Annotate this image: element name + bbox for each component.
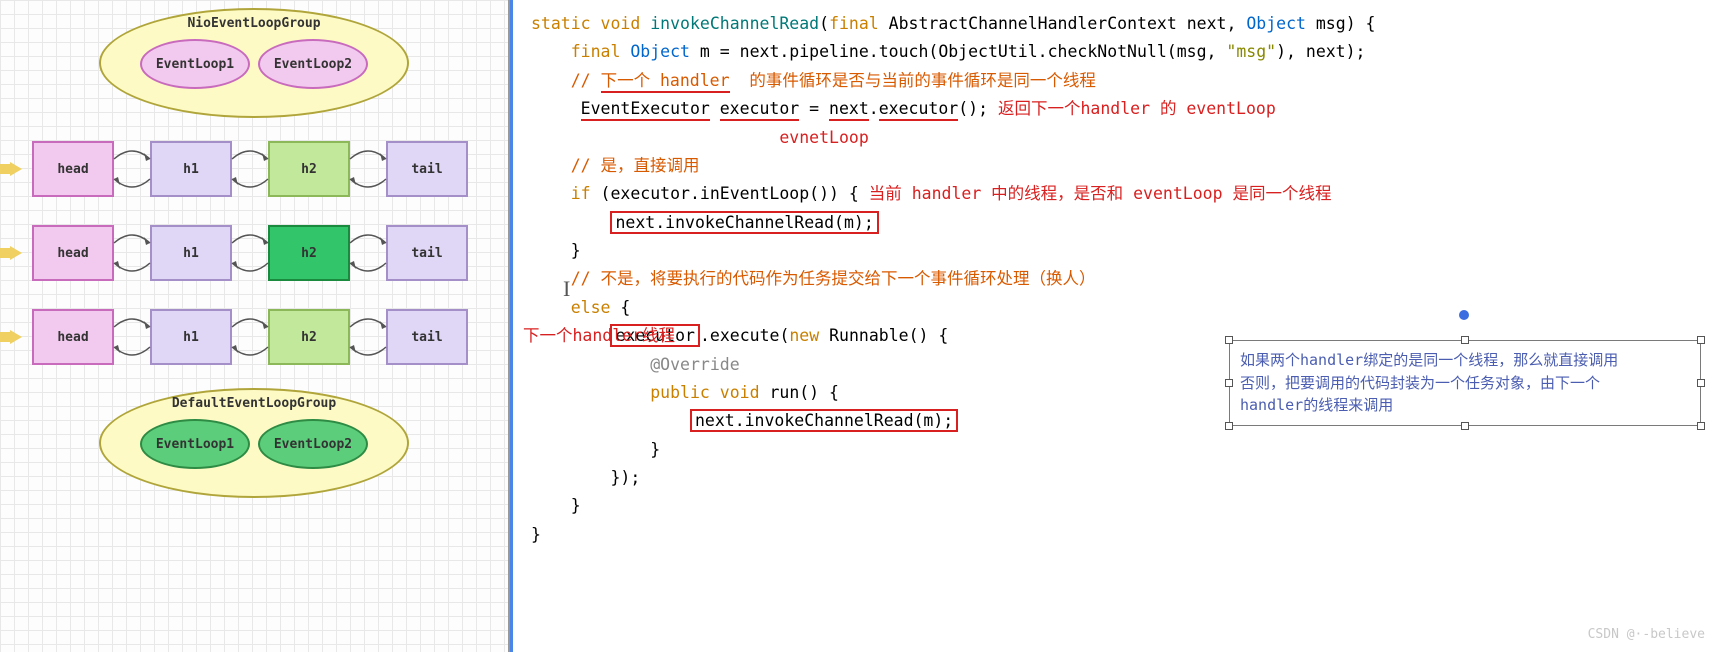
group-title: NioEventLoopGroup	[101, 16, 407, 31]
code-line: final Object m = next.pipeline.touch(Obj…	[531, 38, 1711, 66]
eventloop1-oval: EventLoop1	[140, 39, 250, 89]
code-comment: // 不是，将要执行的代码作为任务提交给下一个事件循环处理（换人）	[531, 265, 1711, 293]
blue-dot-icon	[1459, 310, 1469, 320]
nio-eventloop-group: NioEventLoopGroup EventLoop1 EventLoop2	[99, 8, 409, 118]
link-arrows-icon	[114, 149, 150, 189]
code-line: });	[531, 464, 1711, 492]
handler-node-head: head	[32, 225, 114, 281]
code-line: EventExecutor executor = next.executor()…	[531, 95, 1711, 123]
link-arrows-icon	[350, 149, 386, 189]
code-comment: // 是，直接调用	[531, 152, 1711, 180]
code-comment: // 下一个 handler 的事件循环是否与当前的事件循环是同一个线程	[531, 67, 1711, 95]
watermark: CSDN @·-believe	[1588, 624, 1705, 646]
handler-node-tail: tail	[386, 141, 468, 197]
code-line: }	[531, 521, 1711, 549]
text-cursor-icon: I	[563, 270, 570, 308]
handler-node-h1: h1	[150, 225, 232, 281]
handler-node-h1: h1	[150, 141, 232, 197]
pipelines-container: head h1 h2 tail head h1 h2 tail head h1 h2 tail	[8, 136, 500, 370]
callout-line: 否则，把要调用的代码封装为一个任务对象，由下一个	[1240, 372, 1690, 395]
callout-box[interactable]: 如果两个handler绑定的是同一个线程，那么就直接调用 否则，把要调用的代码封…	[1229, 340, 1701, 426]
code-line: }	[531, 492, 1711, 520]
code-line: static void invokeChannelRead(final Abst…	[531, 10, 1711, 38]
pipeline-row: head h1 h2 tail	[10, 304, 500, 370]
handler-node-h2: h2	[268, 225, 350, 281]
handler-node-head: head	[32, 309, 114, 365]
eventloop2-oval: EventLoop2	[258, 419, 368, 469]
callout-line: handler的线程来调用	[1240, 394, 1690, 417]
code-annotation: evnetLoop	[531, 124, 1711, 152]
code-panel: I static void invokeChannelRead(final Ab…	[510, 0, 1719, 652]
pipeline-row: head h1 h2 tail	[10, 136, 500, 202]
link-arrows-icon	[350, 233, 386, 273]
eventloop2-oval: EventLoop2	[258, 39, 368, 89]
handler-node-h2: h2	[268, 141, 350, 197]
pipeline-row: head h1 h2 tail	[10, 220, 500, 286]
code-line: }	[531, 237, 1711, 265]
boxed-call: next.invokeChannelRead(m);	[610, 211, 878, 234]
link-arrows-icon	[232, 317, 268, 357]
code-line: }	[531, 436, 1711, 464]
diagram-panel: NioEventLoopGroup EventLoop1 EventLoop2 …	[0, 0, 510, 652]
handler-node-h1: h1	[150, 309, 232, 365]
arrow-in-icon	[10, 326, 32, 348]
handler-node-head: head	[32, 141, 114, 197]
arrow-in-icon	[10, 158, 32, 180]
link-arrows-icon	[232, 233, 268, 273]
code-line: next.invokeChannelRead(m);	[531, 209, 1711, 237]
eventloop1-oval: EventLoop1	[140, 419, 250, 469]
link-arrows-icon	[114, 233, 150, 273]
link-arrows-icon	[232, 149, 268, 189]
link-arrows-icon	[350, 317, 386, 357]
code-line: if (executor.inEventLoop()) { 当前 handler…	[531, 180, 1711, 208]
handler-node-tail: tail	[386, 309, 468, 365]
callout-line: 如果两个handler绑定的是同一个线程，那么就直接调用	[1240, 349, 1690, 372]
arrow-in-icon	[10, 242, 32, 264]
group-title: DefaultEventLoopGroup	[101, 396, 407, 411]
handler-node-h2: h2	[268, 309, 350, 365]
boxed-call: next.invokeChannelRead(m);	[690, 409, 958, 432]
handler-node-tail: tail	[386, 225, 468, 281]
default-eventloop-group: DefaultEventLoopGroup EventLoop1 EventLo…	[99, 388, 409, 498]
link-arrows-icon	[114, 317, 150, 357]
code-line: else {	[531, 294, 1711, 322]
